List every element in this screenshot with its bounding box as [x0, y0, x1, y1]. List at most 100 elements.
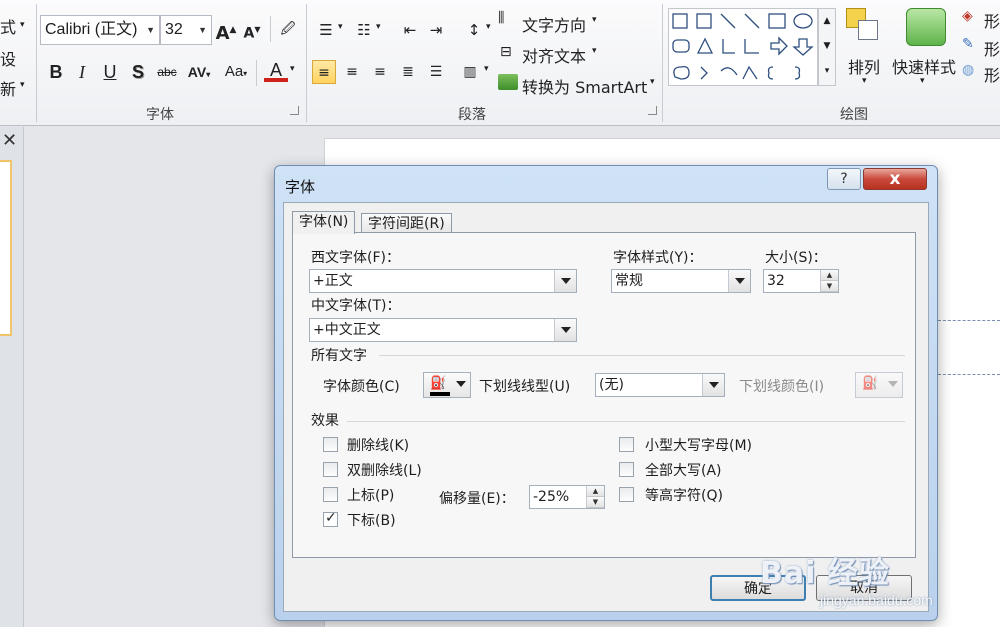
arrange-button[interactable]: 排列 — [848, 54, 880, 78]
tab-font[interactable]: 字体(N) — [292, 211, 356, 234]
equalize-height-label[interactable]: 等高字符(Q) — [645, 485, 723, 505]
asian-font-dropdown[interactable]: +中文正文 — [309, 318, 577, 342]
close-button[interactable]: x — [863, 168, 927, 190]
bullets-icon[interactable]: ☰ — [314, 18, 338, 42]
quick-styles-button[interactable]: 快速样式 — [892, 54, 956, 78]
spin-up-icon[interactable]: ▲ — [587, 486, 604, 497]
chevron-down-icon[interactable]: ▾ — [650, 77, 655, 87]
paragraph-group-label: 段落 — [458, 107, 486, 123]
underline-color-picker: ⛽ — [855, 372, 903, 398]
paint-bucket-icon: ⛽ — [862, 376, 879, 391]
asian-font-label: 中文字体(T)： — [311, 298, 401, 314]
small-caps-label[interactable]: 小型大写字母(M) — [645, 435, 752, 455]
line-spacing-icon[interactable]: ↕ — [462, 18, 486, 42]
watermark: Bai 经验 — [760, 556, 890, 591]
chevron-down-icon: ▼ — [198, 25, 207, 35]
grow-font-button[interactable]: A▲ — [214, 18, 238, 44]
underline-style-value: (无) — [599, 377, 624, 393]
font-name-combo[interactable]: Calibri (正文) ▼ — [40, 15, 160, 45]
superscript-checkbox[interactable] — [323, 487, 338, 502]
font-dialog-launcher-icon[interactable] — [290, 106, 299, 115]
distribute-icon[interactable]: ☰ — [424, 60, 448, 84]
strikethrough-label[interactable]: 删除线(K) — [347, 435, 409, 455]
chevron-down-icon[interactable]: ▾ — [486, 22, 491, 32]
chevron-down-icon[interactable]: ▾ — [376, 22, 381, 32]
underline-color-label: 下划线颜色(I) — [739, 379, 825, 395]
shape-outline-button[interactable]: 形 — [984, 36, 1000, 60]
all-caps-label[interactable]: 全部大写(A) — [645, 460, 722, 480]
chevron-down-icon[interactable]: ▾ — [290, 64, 295, 74]
shapes-gallery-icons — [672, 13, 814, 80]
spin-down-icon[interactable]: ▼ — [821, 281, 838, 292]
font-size-combo[interactable]: 32 ▼ — [160, 15, 212, 45]
offset-input[interactable]: -25% ▲ ▼ — [529, 485, 605, 509]
change-case-button[interactable]: Aa▾ — [220, 60, 252, 84]
all-caps-checkbox[interactable] — [619, 462, 634, 477]
chevron-down-icon — [702, 374, 724, 396]
align-left-icon[interactable]: ≡ — [312, 60, 336, 84]
paint-bucket-icon: ⛽ — [430, 376, 447, 391]
italic-button[interactable]: I — [70, 60, 94, 84]
chevron-down-icon[interactable]: ▾ — [338, 22, 343, 32]
style-label: 字体样式(Y)： — [613, 250, 703, 266]
shape-fill-button[interactable]: 形 — [984, 8, 1000, 32]
small-caps-checkbox[interactable] — [619, 437, 634, 452]
close-icon[interactable]: ✕ — [2, 130, 17, 151]
underline-button[interactable]: U — [98, 60, 122, 84]
equalize-height-checkbox[interactable] — [619, 487, 634, 502]
clear-format-icon[interactable]: 🖉 — [276, 18, 300, 42]
layout-button-fragment[interactable]: 式 — [0, 14, 16, 38]
shape-effects-button[interactable]: 形 — [984, 62, 1000, 86]
decrease-indent-icon[interactable]: ⇤ — [398, 18, 422, 42]
smartart-icon — [498, 74, 518, 90]
spin-up-icon[interactable]: ▲ — [821, 270, 838, 281]
convert-smartart-button[interactable]: 转换为 SmartArt — [522, 74, 647, 98]
increase-indent-icon[interactable]: ⇥ — [424, 18, 448, 42]
asian-font-value: +中文正文 — [313, 322, 381, 338]
section-button-fragment[interactable]: 新 — [0, 76, 16, 100]
chevron-down-icon — [888, 381, 898, 387]
latin-font-dropdown[interactable]: +正文 — [309, 269, 577, 293]
font-size-value: 32 — [165, 21, 183, 38]
bold-button[interactable]: B — [44, 60, 68, 84]
font-style-dropdown[interactable]: 常规 — [611, 269, 751, 293]
size-spinner[interactable]: ▲ ▼ — [820, 270, 838, 292]
align-text-button[interactable]: 对齐文本 — [522, 43, 586, 67]
group-separator — [306, 4, 307, 122]
subscript-checkbox[interactable] — [323, 510, 338, 527]
slide-thumbnail[interactable] — [0, 160, 12, 336]
chevron-down-icon: ▾ — [20, 80, 25, 90]
help-button[interactable]: ? — [827, 168, 861, 190]
strikethrough-checkbox[interactable] — [323, 437, 338, 452]
paragraph-dialog-launcher-icon[interactable] — [648, 106, 657, 115]
chevron-down-icon[interactable]: ▾ — [592, 46, 597, 56]
offset-spinner[interactable]: ▲ ▼ — [586, 486, 604, 508]
underline-style-dropdown[interactable]: (无) — [595, 373, 725, 397]
numbering-icon[interactable]: ☷ — [352, 18, 376, 42]
align-right-icon[interactable]: ≡ — [368, 60, 392, 84]
chevron-down-icon[interactable]: ▾ — [920, 76, 925, 86]
justify-icon[interactable]: ≣ — [396, 60, 420, 84]
superscript-label[interactable]: 上标(P) — [347, 485, 394, 505]
gallery-scroll[interactable]: ▲ ▼ ▾ — [818, 8, 836, 86]
shadow-button[interactable]: S — [126, 60, 150, 84]
shapes-gallery[interactable] — [668, 8, 818, 86]
spin-down-icon[interactable]: ▼ — [587, 497, 604, 508]
size-input[interactable]: 32 ▲ ▼ — [763, 269, 839, 293]
double-strike-checkbox[interactable] — [323, 462, 338, 477]
strikethrough-button[interactable]: abc — [152, 60, 182, 84]
chevron-down-icon[interactable]: ▾ — [484, 64, 489, 74]
chevron-down-icon[interactable]: ▾ — [592, 15, 597, 25]
chevron-down-icon[interactable]: ▾ — [862, 76, 867, 86]
font-color-picker[interactable]: ⛽ — [423, 372, 471, 398]
align-center-icon[interactable]: ≡ — [340, 60, 364, 84]
text-direction-button[interactable]: 文字方向 — [522, 12, 586, 36]
reset-button-fragment[interactable]: 设 — [0, 46, 16, 70]
shrink-font-button[interactable]: A▼ — [240, 18, 264, 42]
subscript-label[interactable]: 下标(B) — [347, 510, 396, 530]
columns-icon[interactable]: ▥ — [458, 60, 482, 84]
character-spacing-button[interactable]: AV▾ — [184, 60, 214, 84]
font-color-button[interactable]: A — [264, 58, 288, 82]
ribbon: 式 ▾ 设 新 ▾ Calibri (正文) ▼ 32 ▼ A▲ A▼ 🖉 B … — [0, 0, 1000, 126]
double-strike-label[interactable]: 双删除线(L) — [347, 460, 422, 480]
